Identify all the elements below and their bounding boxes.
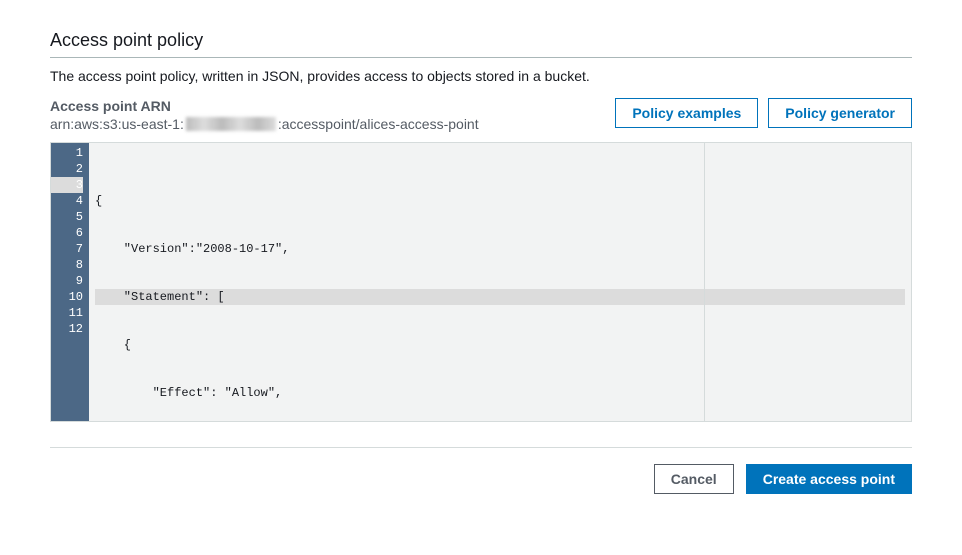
arn-row: Access point ARN arn:aws:s3:us-east-1: :… (50, 98, 912, 132)
line-number: 2 (51, 161, 83, 177)
line-number: 10 (51, 289, 83, 305)
cancel-button[interactable]: Cancel (654, 464, 734, 494)
line-number: 8 (51, 257, 83, 273)
footer-buttons: Cancel Create access point (50, 464, 912, 494)
redacted-account-id (186, 117, 276, 131)
line-gutter: 1 2 3 4 5 6 7 8 9 10 11 12 (51, 143, 89, 421)
footer-divider (50, 447, 912, 448)
line-number: 12 (51, 321, 83, 337)
arn-label: Access point ARN (50, 98, 479, 114)
arn-value: arn:aws:s3:us-east-1: :accesspoint/alice… (50, 116, 479, 132)
section-description: The access point policy, written in JSON… (50, 68, 912, 84)
code-line: { (95, 193, 905, 209)
arn-block: Access point ARN arn:aws:s3:us-east-1: :… (50, 98, 479, 132)
line-number: 4 (51, 193, 83, 209)
code-area[interactable]: { "Version":"2008-10-17", "Statement": [… (89, 143, 911, 421)
create-access-point-button[interactable]: Create access point (746, 464, 912, 494)
policy-generator-button[interactable]: Policy generator (768, 98, 912, 128)
arn-prefix: arn:aws:s3:us-east-1: (50, 116, 184, 132)
line-number: 6 (51, 225, 83, 241)
policy-editor[interactable]: 1 2 3 4 5 6 7 8 9 10 11 12 { "Version":"… (50, 142, 912, 422)
code-line-active: "Statement": [ (95, 289, 905, 305)
line-number: 11 (51, 305, 83, 321)
print-margin (704, 143, 705, 421)
line-number: 7 (51, 241, 83, 257)
code-line: "Effect": "Allow", (95, 385, 905, 401)
arn-suffix: :accesspoint/alices-access-point (278, 116, 479, 132)
code-line: { (95, 337, 905, 353)
line-number: 1 (51, 145, 83, 161)
line-number: 9 (51, 273, 83, 289)
code-line: "Version":"2008-10-17", (95, 241, 905, 257)
policy-buttons: Policy examples Policy generator (615, 98, 912, 128)
section-title: Access point policy (50, 30, 912, 57)
section-divider (50, 57, 912, 58)
line-number: 3 (51, 177, 83, 193)
policy-examples-button[interactable]: Policy examples (615, 98, 758, 128)
line-number: 5 (51, 209, 83, 225)
